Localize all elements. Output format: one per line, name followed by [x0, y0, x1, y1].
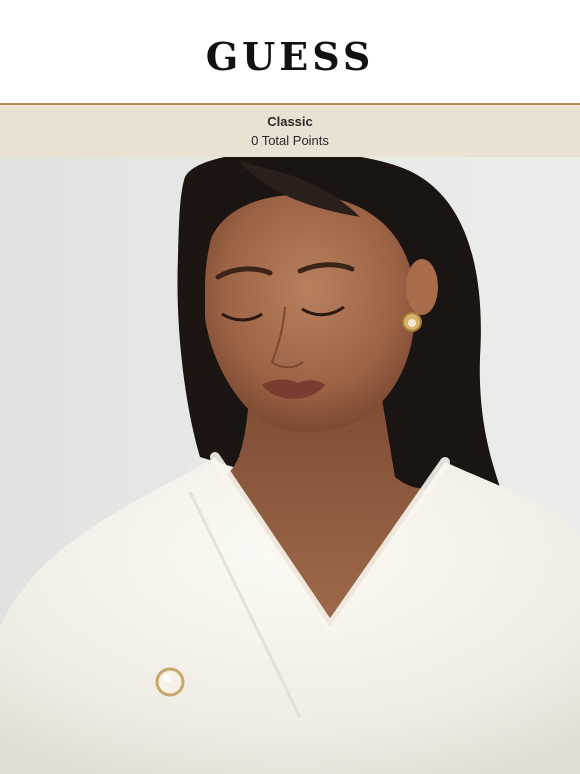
brand-logo[interactable]: GUESS	[206, 34, 375, 79]
email-page: GUESS Classic 0 Total Points	[0, 0, 580, 774]
loyalty-bar: Classic 0 Total Points	[0, 105, 580, 157]
hero-illustration	[0, 157, 580, 774]
hero-image[interactable]	[0, 157, 580, 774]
loyalty-points: 0 Total Points	[251, 133, 329, 148]
loyalty-tier-name: Classic	[267, 114, 313, 129]
header: GUESS	[0, 0, 580, 105]
pearl-button	[155, 667, 185, 697]
